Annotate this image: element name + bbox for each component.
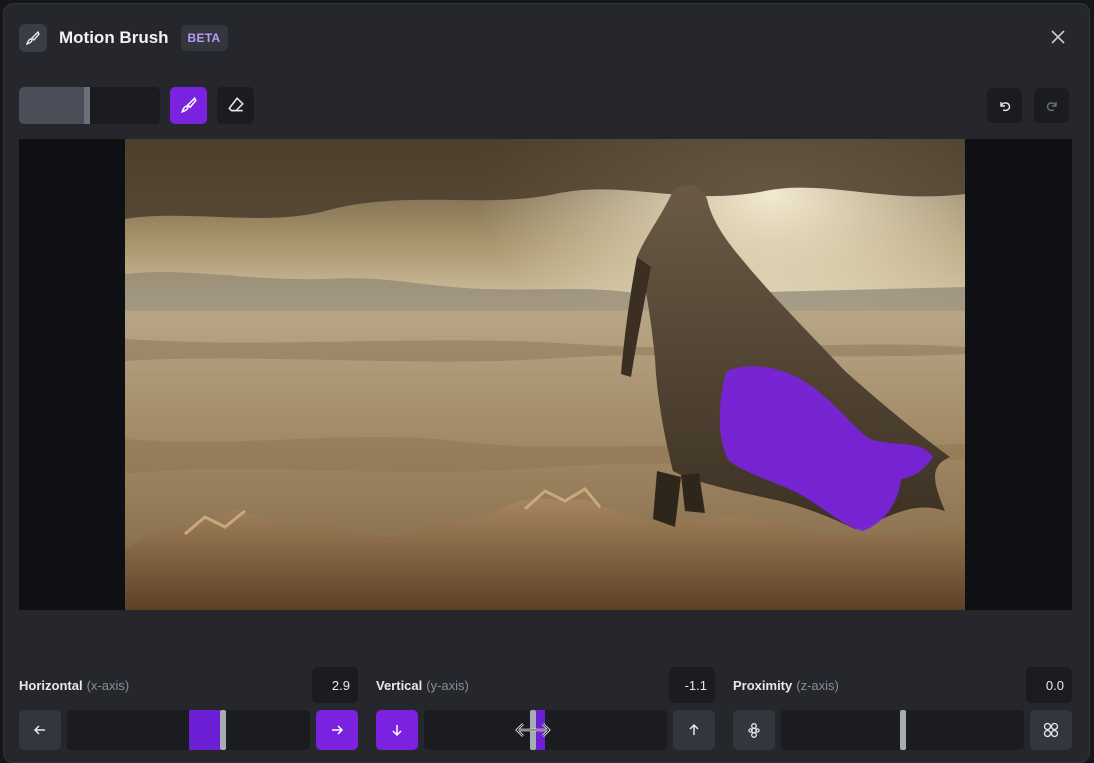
dialog-header: Motion Brush BETA [19, 22, 228, 54]
move-down-button[interactable] [376, 710, 418, 750]
horizontal-value[interactable]: 2.9 [312, 667, 358, 703]
arrow-right-icon [332, 725, 344, 735]
horizontal-slider-handle[interactable] [220, 710, 227, 750]
undo-icon [999, 101, 1010, 111]
arrow-up-icon [689, 723, 699, 735]
redo-button[interactable] [1034, 88, 1069, 123]
vertical-axis-control: Vertical (y-axis) -1.1 [376, 666, 715, 750]
brush-tool-button[interactable] [170, 86, 207, 124]
eraser-tool-button[interactable] [217, 86, 254, 124]
proximity-axis-control: Proximity (z-axis) 0.0 [733, 666, 1072, 750]
proximity-slider-handle[interactable] [900, 710, 907, 750]
proximity-label: Proximity (z-axis) [733, 677, 839, 693]
brush-size-fill [19, 86, 87, 124]
resize-cursor-icon [515, 723, 551, 737]
arrow-down-icon [392, 725, 402, 737]
move-left-button[interactable] [19, 710, 61, 750]
close-icon[interactable] [1047, 26, 1069, 48]
proximity-value[interactable]: 0.0 [1026, 667, 1072, 703]
proximity-slider[interactable] [781, 710, 1024, 750]
move-away-button[interactable] [733, 710, 775, 750]
brush-icon [19, 24, 47, 52]
beta-badge: BETA [180, 25, 228, 51]
move-right-button[interactable] [316, 710, 358, 750]
scene-image [125, 139, 965, 610]
horizontal-axis-control: Horizontal (x-axis) 2.9 [19, 666, 358, 750]
vertical-label: Vertical (y-axis) [376, 677, 469, 693]
arrow-left-icon [33, 725, 45, 735]
move-up-button[interactable] [673, 710, 715, 750]
move-closer-button[interactable] [1030, 710, 1072, 750]
image-canvas[interactable] [19, 139, 1072, 610]
dialog-title: Motion Brush [59, 28, 169, 47]
horizontal-slider-fill [188, 710, 221, 750]
eraser-icon [227, 97, 244, 112]
undo-button[interactable] [987, 88, 1022, 123]
history-controls [975, 88, 1069, 123]
horizontal-slider[interactable] [67, 710, 310, 750]
horizontal-label: Horizontal (x-axis) [19, 677, 130, 693]
redo-icon [1046, 101, 1057, 111]
motion-brush-dialog: Motion Brush BETA Horizontal (x-axis) 2.… [3, 3, 1090, 763]
brush-icon [180, 96, 197, 113]
brush-toolbar [19, 86, 254, 124]
brush-size-slider[interactable] [19, 86, 160, 124]
vertical-value[interactable]: -1.1 [669, 667, 715, 703]
vertical-slider[interactable] [424, 710, 667, 750]
expand-icon [1043, 722, 1059, 738]
brush-size-handle[interactable] [83, 86, 90, 124]
shrink-icon [748, 723, 760, 738]
